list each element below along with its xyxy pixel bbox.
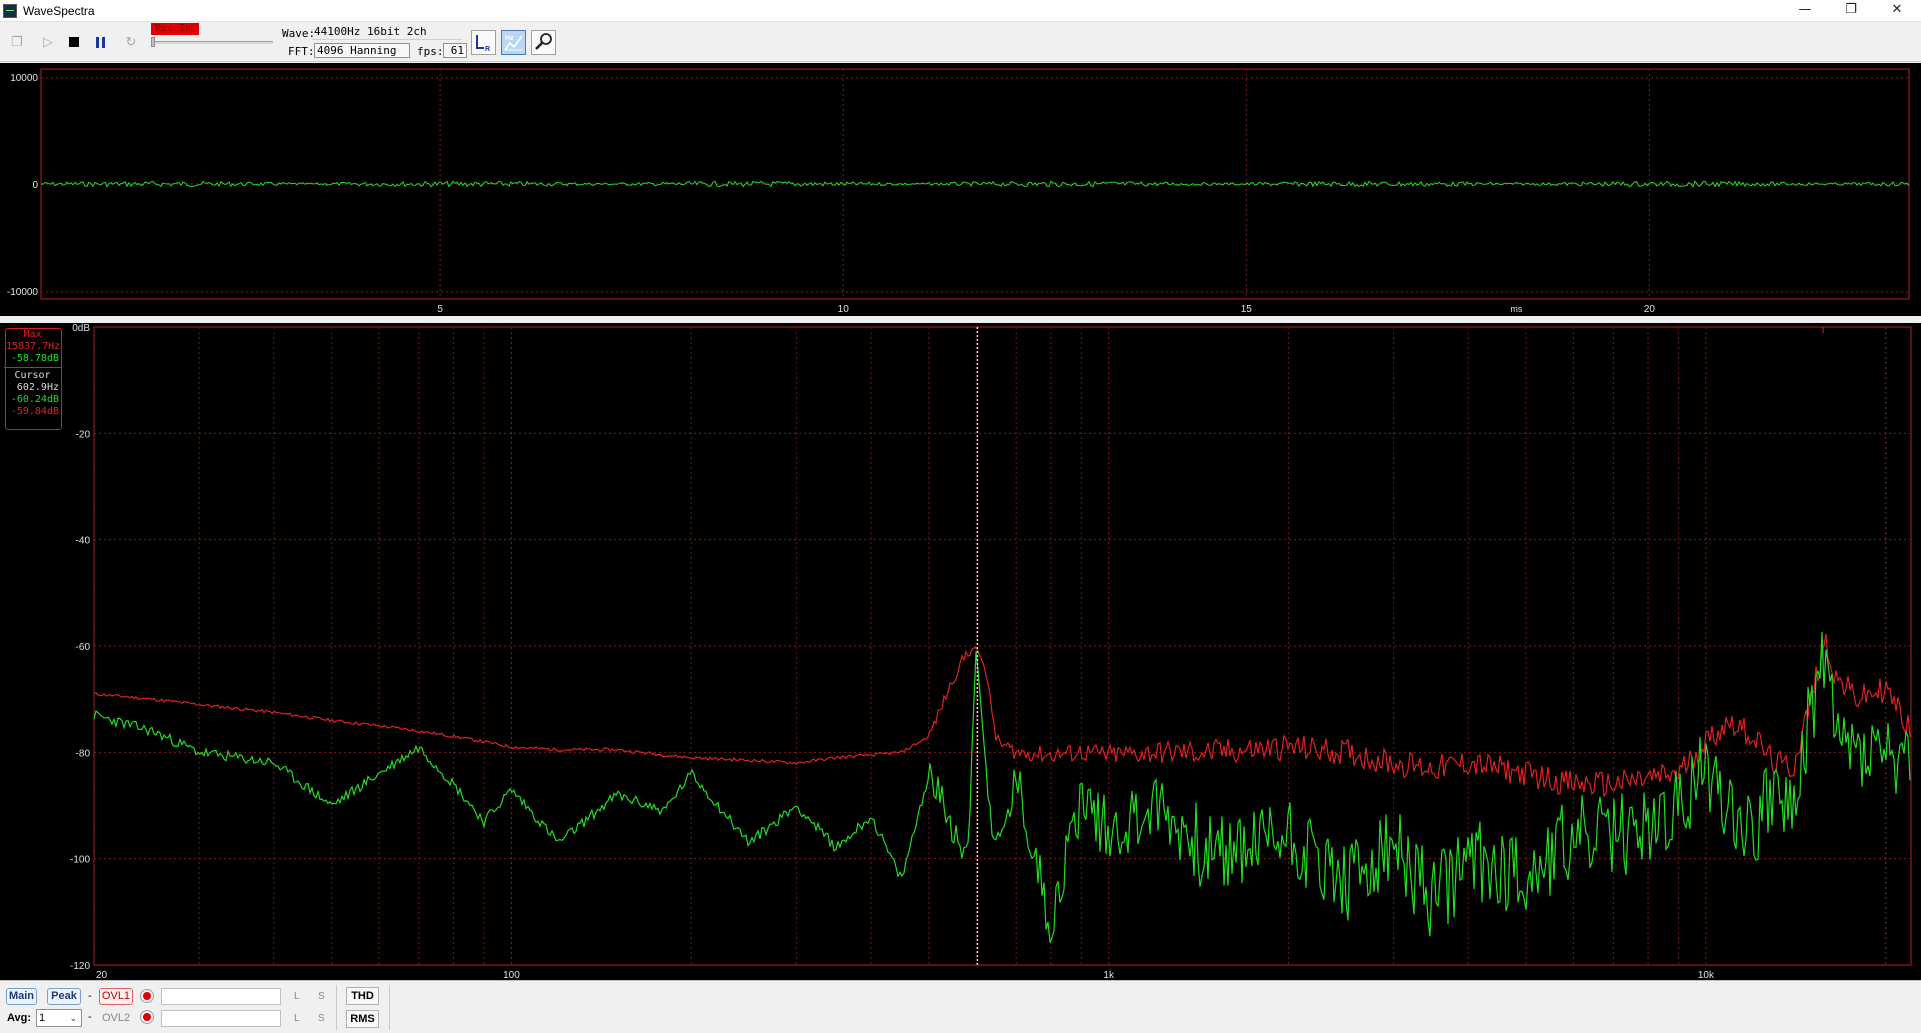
scope-x-ticks: 5 10 15 20 ms — [437, 304, 1655, 315]
cursor-title: Cursor — [14, 370, 51, 381]
spectrum-y-ticks: 0dB -20 -40 -60 -80 -100 -120 — [70, 323, 90, 972]
cursor-right-level: -59.84dB — [10, 406, 59, 417]
stop-button[interactable] — [63, 31, 85, 53]
fps-label: fps: — [417, 45, 444, 58]
ovl1-record-button[interactable] — [141, 990, 153, 1002]
avg-label: Avg: — [7, 1012, 32, 1024]
avg-value: 1 — [39, 1012, 46, 1024]
scope-y-tick-label: 10000 — [10, 73, 38, 84]
spectrum-x-tick-label: 100 — [503, 970, 520, 980]
rec-in-indicator: Rec In — [151, 23, 199, 35]
spectrum-y-tick-label: -60 — [76, 642, 91, 653]
rms-button[interactable]: RMS — [346, 1010, 379, 1028]
rec-level-slider-thumb[interactable] — [151, 37, 155, 47]
spectrum-x-ticks: 20 100 1k 10k — [96, 970, 1715, 981]
window-title: WaveSpectra — [23, 4, 95, 18]
hz-scale-button[interactable]: Hz — [501, 30, 526, 55]
avg-select[interactable]: 1 ⌄ — [36, 1009, 82, 1027]
scope-x-unit: ms — [1510, 304, 1522, 314]
spectrum-x-tick-label: 10k — [1698, 970, 1715, 980]
cursor-left-level: -60.24dB — [10, 394, 59, 405]
waveform-plot: 10000 0 -10000 5 10 15 20 ms — [7, 68, 1910, 315]
bottom-control-bar: Main Peak - OVL1 L S THD Avg: 1 ⌄ - OVL2… — [0, 980, 1921, 1033]
spectrum-x-tick-label: 1k — [1103, 970, 1115, 980]
close-button[interactable]: ✕ — [1874, 0, 1920, 22]
peak-button[interactable]: Peak — [47, 988, 81, 1005]
ovl2-s-toggle[interactable]: S — [318, 1013, 325, 1024]
scope-y-ticks: 10000 0 -10000 — [7, 73, 39, 298]
toolbar: ❐ ▷ ↻ Rec In Wave: 44100Hz 16bit 2ch FFT… — [0, 22, 1921, 62]
divider — [389, 985, 390, 1030]
cursor-frequency: 602.9Hz — [16, 382, 59, 393]
ovl2-l-toggle[interactable]: L — [294, 1013, 300, 1024]
fps-value: 61 — [443, 43, 467, 58]
title-bar: WaveSpectra — ❐ ✕ — [0, 0, 1921, 22]
wave-label: Wave: — [282, 27, 316, 40]
spectrum-y-tick-label: 0dB — [72, 323, 90, 334]
scope-x-tick-label: 10 — [838, 304, 850, 315]
wrench-icon — [535, 33, 552, 50]
pause-button[interactable] — [90, 31, 112, 53]
spectrum-grid — [93, 327, 1911, 965]
spectrum-y-tick-label: -20 — [76, 429, 91, 440]
ovl2-record-button[interactable] — [141, 1011, 153, 1023]
spectrum-y-tick-label: -120 — [70, 961, 90, 972]
ovl2-name-field[interactable] — [161, 1010, 281, 1027]
wavespectra-window: WaveSpectra — ❐ ✕ ❐ ▷ ↻ Rec In Wave: 441… — [0, 0, 1921, 1033]
ovl1-s-toggle[interactable]: S — [318, 991, 325, 1002]
play-icon[interactable]: ▷ — [37, 31, 59, 53]
wave-format-value: 44100Hz 16bit 2ch — [312, 25, 462, 40]
scope-x-tick-label: 20 — [1644, 304, 1656, 315]
thd-button[interactable]: THD — [346, 987, 379, 1005]
scope-x-tick-label: 15 — [1241, 304, 1253, 315]
chevron-down-icon: ⌄ — [69, 1013, 77, 1023]
ovl2-label[interactable]: OVL2 — [102, 1012, 130, 1024]
minimize-button[interactable]: — — [1782, 0, 1828, 22]
max-frequency: 15837.7Hz — [6, 341, 61, 352]
spectrum-view-icon: Hz — [504, 35, 523, 51]
divider — [336, 985, 337, 1030]
scope-x-tick-label: 5 — [437, 304, 443, 315]
rec-level-slider[interactable] — [151, 41, 273, 44]
ovl1-l-toggle[interactable]: L — [294, 991, 300, 1002]
dash-separator: - — [88, 1011, 92, 1023]
restore-button[interactable]: ❐ — [1828, 0, 1874, 22]
fft-setting-value[interactable]: 4096 Hanning — [314, 43, 410, 58]
spectrum-x-tick-label: 20 — [96, 970, 108, 980]
ovl1-button[interactable]: OVL1 — [99, 988, 133, 1005]
waveform-trace — [40, 180, 1910, 188]
left-channel-trace — [93, 632, 1911, 943]
loop-icon[interactable]: ↻ — [120, 31, 142, 53]
max-title: Max — [23, 329, 42, 340]
spectrum-frame — [93, 326, 1912, 966]
spectrum-y-tick-label: -40 — [76, 536, 91, 547]
ovl1-name-field[interactable] — [161, 988, 281, 1005]
waveform-scope[interactable]: 10000 0 -10000 5 10 15 20 ms — [0, 63, 1921, 316]
scope-y-tick-label: 0 — [32, 180, 38, 191]
scope-y-tick-label: -10000 — [7, 287, 39, 298]
channel-lr-button[interactable]: R — [471, 30, 496, 55]
settings-button[interactable] — [531, 30, 556, 55]
main-button[interactable]: Main — [6, 988, 37, 1005]
app-icon — [3, 4, 17, 18]
measurement-info-box: Max 15837.7Hz -58.78dB Cursor 602.9Hz -6… — [4, 328, 62, 430]
max-level: -58.78dB — [10, 353, 59, 364]
spectrum-y-tick-label: -100 — [70, 855, 90, 866]
dash-separator: - — [88, 990, 92, 1002]
svg-text:R: R — [485, 46, 490, 53]
channel-lr-icon: R — [476, 35, 490, 53]
fft-label: FFT: — [288, 45, 315, 58]
spectrum-analyzer[interactable]: 0dB -20 -40 -60 -80 -100 -120 20 100 1k 10k Max 1… — [0, 323, 1921, 981]
spectrum-plot: 0dB -20 -40 -60 -80 -100 -120 20 100 1k 10k — [70, 323, 1912, 981]
svg-text:Hz: Hz — [505, 35, 514, 42]
right-channel-trace — [93, 633, 1911, 798]
spectrum-y-tick-label: -80 — [76, 748, 91, 759]
copy-icon[interactable]: ❐ — [6, 31, 28, 53]
